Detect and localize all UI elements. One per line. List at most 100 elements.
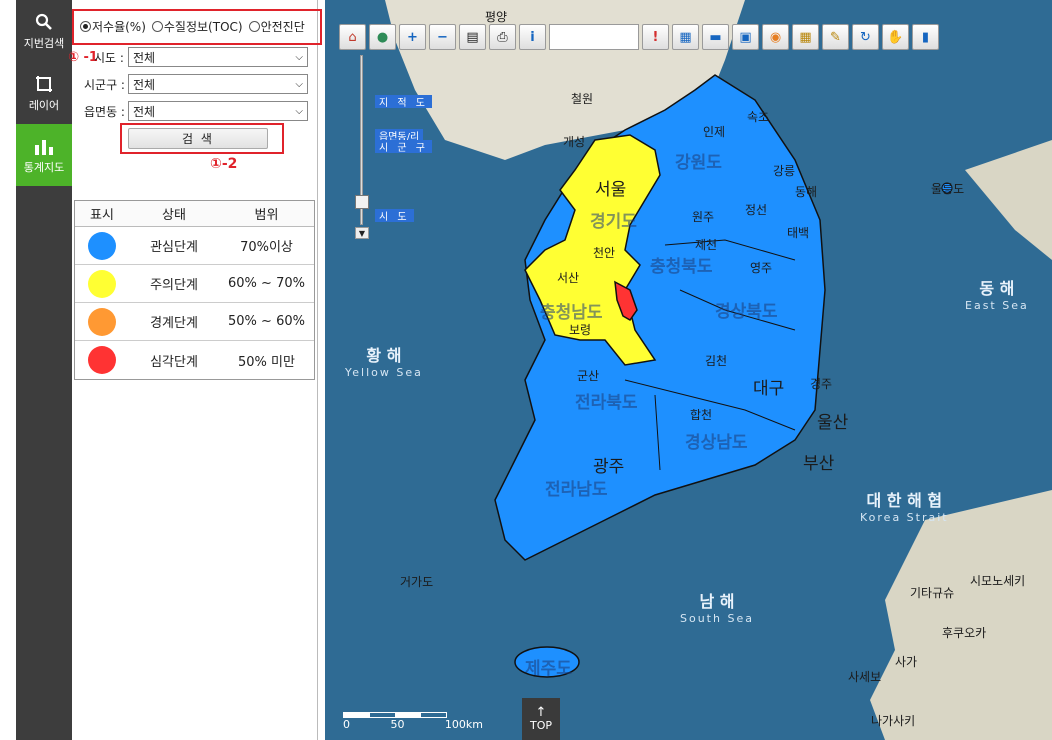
zoom-in-button[interactable]: +: [399, 24, 426, 50]
scale-bar: 0 50 100km: [343, 712, 483, 731]
grid-button[interactable]: ▦: [672, 24, 699, 50]
radio-storage-rate[interactable]: 저수율(%): [80, 18, 146, 35]
grid-icon: ▦: [679, 29, 692, 45]
legend-range: 70%이상: [240, 240, 293, 255]
sido-select[interactable]: 전체 ⌵: [128, 47, 308, 67]
city-label: 거가도: [400, 575, 434, 589]
filter-label: 시도 :: [94, 50, 124, 65]
city-label: 정선: [745, 203, 768, 217]
globe-icon: ●: [376, 29, 389, 45]
ruler-icon: ▬: [709, 29, 722, 45]
layer-icon: [35, 73, 53, 95]
home-icon: ⌂: [348, 29, 357, 45]
legend-range: 60% ~ 70%: [228, 276, 305, 291]
search-button[interactable]: 검 색: [128, 128, 268, 149]
nav-layer[interactable]: 레이어: [16, 62, 72, 124]
filter-label: 시군구 :: [84, 77, 125, 92]
filter-sido: 시도 : 전체 ⌵: [84, 47, 308, 67]
province-label: 강원도: [675, 153, 722, 173]
zoom-out-button[interactable]: −: [429, 24, 456, 50]
city-label: 서산: [557, 271, 580, 285]
map-search-input[interactable]: [549, 24, 639, 50]
chart-button[interactable]: ▮: [912, 24, 939, 50]
nav-stats-map[interactable]: 통계지도: [16, 124, 72, 186]
print-button[interactable]: ⎙: [489, 24, 516, 50]
legend-header-cell: 표시: [90, 208, 114, 223]
radio-safety-diagnosis[interactable]: 안전진단: [248, 18, 305, 35]
app-root: 지번검색 레이어 통계지도 저수율(%) 수질정보(TOC) 안전진단 ① -1…: [0, 0, 1052, 740]
city-label: 천안: [593, 246, 616, 260]
save-button[interactable]: ▤: [459, 24, 486, 50]
nav-parcel-search[interactable]: 지번검색: [16, 0, 72, 62]
home-button[interactable]: ⌂: [339, 24, 366, 50]
province-label: 전라북도: [575, 393, 638, 413]
radio-water-quality[interactable]: 수질정보(TOC): [151, 18, 243, 35]
zoom-level-sigungu[interactable]: 시 군 구: [375, 140, 432, 154]
disk-icon: ▤: [466, 29, 479, 45]
sea-label: 동 해 East Sea: [965, 279, 1029, 312]
printer-icon: ⎙: [497, 29, 508, 45]
city-label: 나가사키: [871, 714, 916, 728]
side-panel: 저수율(%) 수질정보(TOC) 안전진단 ① -1 시도 : 전체 ⌵ 시군구 …: [68, 0, 322, 740]
area-icon: ▣: [739, 29, 752, 45]
filter-eupmyeondong: 읍면동 : 전체 ⌵: [84, 101, 308, 121]
city-label: 사가: [895, 655, 918, 669]
legend-row: 주의단계 60% ~ 70%: [75, 265, 314, 303]
province-label: 경기도: [590, 212, 637, 232]
eupmyeondong-select[interactable]: 전체 ⌵: [128, 101, 308, 121]
refresh-button[interactable]: ↻: [852, 24, 879, 50]
sea-label: 대 한 해 협 Korea Strait: [860, 491, 949, 524]
city-label: 제천: [695, 238, 718, 252]
alert-button[interactable]: !: [642, 24, 669, 50]
legend-header-cell: 범위: [254, 208, 279, 223]
filter-sigungu: 시군구 : 전체 ⌵: [84, 74, 308, 94]
legend-range: 50% 미만: [238, 354, 295, 370]
chevron-down-icon: ⌵: [295, 78, 303, 90]
legend-header: 표시 상태 범위: [75, 201, 314, 227]
status-dot: [88, 346, 116, 374]
bar-chart-icon: ▮: [921, 29, 930, 45]
scroll-top-button[interactable]: ↑ TOP: [522, 698, 560, 740]
sea-label: 황 해 Yellow Sea: [345, 346, 423, 379]
city-label: 대구: [753, 379, 785, 399]
alert-icon: !: [652, 29, 659, 45]
chevron-down-icon[interactable]: ▼: [355, 227, 369, 239]
info-button[interactable]: i: [519, 24, 546, 50]
radius-button[interactable]: ◉: [762, 24, 789, 50]
info-icon: i: [530, 29, 535, 45]
search-icon: [35, 11, 53, 33]
layer-map-button[interactable]: ▦: [792, 24, 819, 50]
legend-row: 경계단계 50% ~ 60%: [75, 303, 314, 341]
city-label: 속초: [747, 110, 770, 124]
status-dot: [88, 269, 116, 298]
arrow-up-icon: ↑: [535, 704, 547, 720]
city-label: 사세보: [848, 670, 882, 684]
measure-area-button[interactable]: ▣: [732, 24, 759, 50]
province-label: 제주도: [525, 659, 572, 679]
city-label: 원주: [692, 210, 715, 224]
city-label: 경주: [810, 377, 833, 391]
city-label: 후쿠오카: [942, 626, 987, 640]
pan-button[interactable]: ✋: [882, 24, 909, 50]
city-label: 시모노세키: [970, 574, 1026, 588]
province-label: 경상북도: [715, 302, 778, 322]
bar-chart-icon: [33, 135, 55, 157]
scale-tick: 100km: [444, 718, 483, 731]
zoom-handle[interactable]: [355, 195, 369, 209]
zoom-level-sido[interactable]: 시 도: [375, 209, 414, 223]
globe-button[interactable]: ●: [369, 24, 396, 50]
map-view[interactable]: 황 해 Yellow Sea 동 해 East Sea 대 한 해 협 Korea S…: [325, 0, 1052, 740]
zoom-level-cadastral[interactable]: 지 적 도: [375, 95, 432, 109]
zoom-slider[interactable]: ▼: [355, 55, 369, 240]
province-label: 경상남도: [685, 433, 748, 453]
province-label: 전라남도: [545, 480, 608, 500]
sigungu-select[interactable]: 전체 ⌵: [128, 74, 308, 94]
city-label: 합천: [690, 408, 713, 422]
legend-status: 경계단계: [150, 316, 198, 331]
draw-button[interactable]: ✎: [822, 24, 849, 50]
measure-distance-button[interactable]: ▬: [702, 24, 729, 50]
province-label: 충청남도: [540, 303, 603, 323]
legend-table: 표시 상태 범위 관심단계 70%이상 주의단계 60% ~ 70% 경계단계 …: [74, 200, 315, 380]
legend-status: 심각단계: [150, 354, 198, 370]
filter-label: 읍면동 :: [84, 104, 125, 119]
